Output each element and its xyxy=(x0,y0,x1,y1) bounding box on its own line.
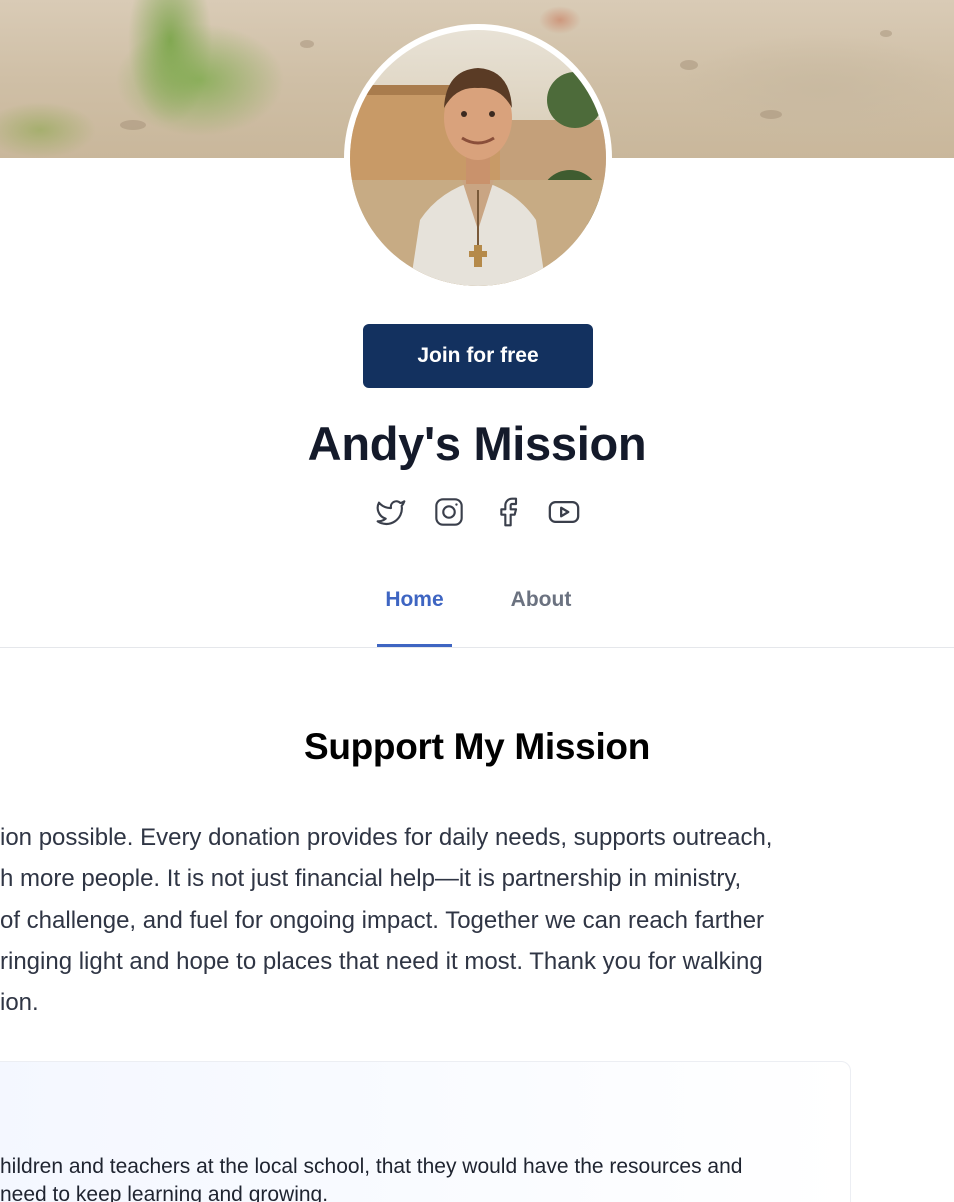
mission-description: ion possible. Every donation provides fo… xyxy=(0,817,860,1023)
instagram-icon[interactable] xyxy=(431,494,467,530)
prayer-card-line: hildren and teachers at the local school… xyxy=(0,1155,743,1178)
avatar-photo xyxy=(350,30,606,286)
mission-text-line: ringing light and hope to places that ne… xyxy=(0,947,763,975)
prayer-card-line: need to keep learning and growing. xyxy=(0,1183,329,1202)
profile-tabs: Home About xyxy=(0,570,954,648)
avatar xyxy=(344,24,612,292)
page-title: Andy's Mission xyxy=(307,417,647,470)
tab-about[interactable]: About xyxy=(505,588,577,647)
mission-text-line: ion possible. Every donation provides fo… xyxy=(0,824,773,851)
prayer-card-text: hildren and teachers at the local school… xyxy=(0,1153,860,1202)
mission-text-line: ion. xyxy=(0,989,39,1017)
social-links xyxy=(0,494,954,534)
join-button[interactable]: Join for free xyxy=(363,324,593,388)
profile-page: Join for free Andy's Mission Home About … xyxy=(0,0,954,1202)
facebook-icon[interactable] xyxy=(490,494,526,530)
youtube-icon[interactable] xyxy=(546,494,582,530)
tab-home[interactable]: Home xyxy=(377,588,452,647)
mission-text-line: h more people. It is not just financial … xyxy=(0,865,742,893)
mission-text-line: of challenge, and fuel for ongoing impac… xyxy=(0,906,765,934)
section-title: Support My Mission xyxy=(303,726,651,767)
twitter-icon[interactable] xyxy=(373,494,409,530)
